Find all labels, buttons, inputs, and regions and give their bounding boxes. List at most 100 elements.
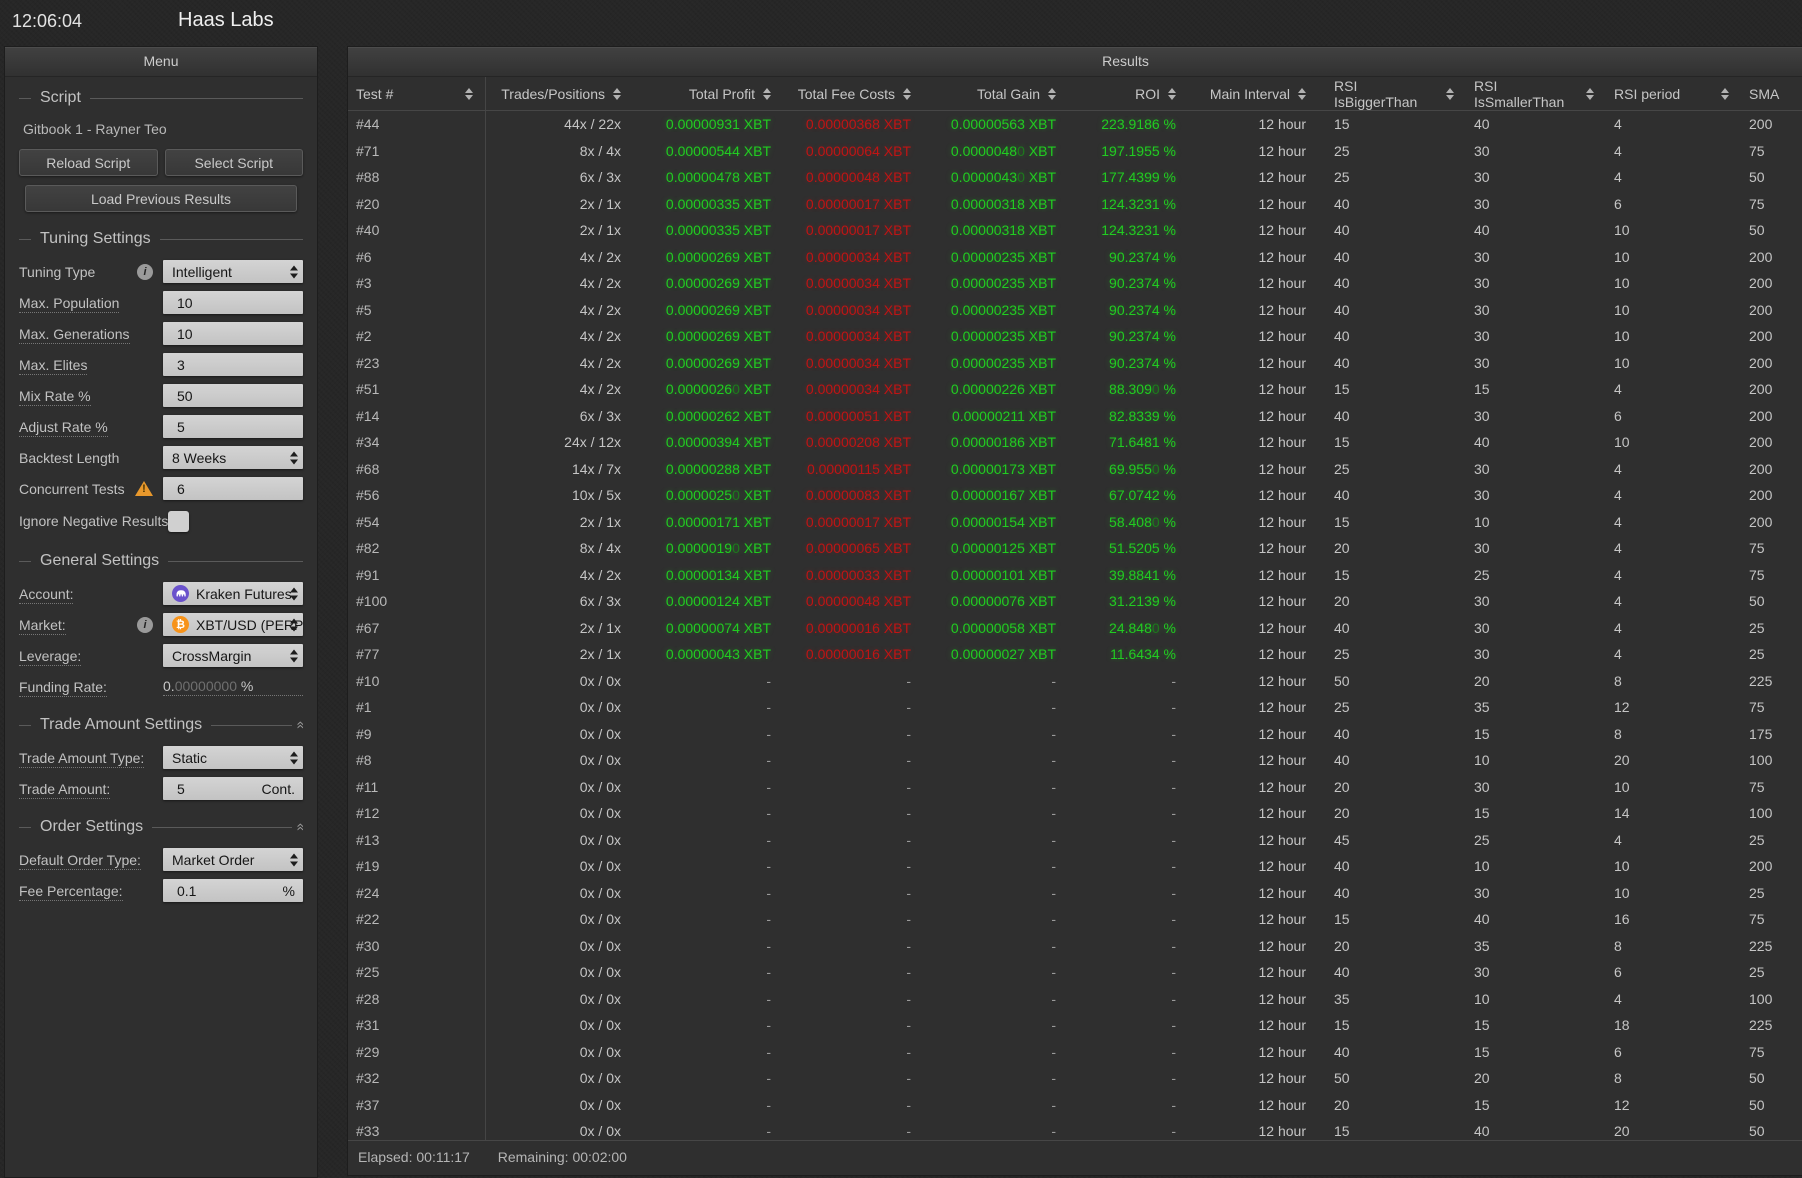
column-header-smaller[interactable]: RSI IsSmallerThan [1466, 77, 1606, 110]
concurrent-tests-label: Concurrent Tests [19, 480, 125, 497]
table-row[interactable]: #10 0x / 0x - - - - 12 hour 50 20 8 225 [348, 667, 1802, 694]
cell-smaller: 35 [1474, 699, 1490, 716]
cell-fee: - [906, 884, 911, 901]
cell-test: #5 [348, 296, 486, 323]
collapse-icon[interactable]: » [291, 823, 307, 831]
table-row[interactable]: #6 4x / 2x 0.00000269 XBT 0.00000034 XBT 0.0… [348, 243, 1802, 270]
select-script-button[interactable]: Select Script [164, 149, 303, 176]
account-select[interactable]: Kraken Futures [163, 582, 303, 605]
leverage-select[interactable]: CrossMargin [163, 644, 303, 667]
table-row[interactable]: #37 0x / 0x - - - - 12 hour 20 15 12 50 [348, 1091, 1802, 1118]
cell-roi: - [1171, 752, 1176, 769]
column-header-fee[interactable]: Total Fee Costs [791, 77, 931, 110]
column-header-roi[interactable]: ROI [1076, 77, 1196, 110]
table-row[interactable]: #77 2x / 1x 0.00000043 XBT 0.00000016 XBT 0.… [348, 641, 1802, 668]
cell-smaller: 30 [1474, 460, 1490, 477]
table-row[interactable]: #3 4x / 2x 0.00000269 XBT 0.00000034 XBT 0.0… [348, 270, 1802, 297]
table-row[interactable]: #20 2x / 1x 0.00000335 XBT 0.00000017 XBT 0.… [348, 190, 1802, 217]
cell-test: #82 [348, 535, 486, 562]
table-row[interactable]: #51 4x / 2x 0.00000260 XBT 0.00000034 XBT 0.… [348, 376, 1802, 403]
table-row[interactable]: #40 2x / 1x 0.00000335 XBT 0.00000017 XBT 0.… [348, 217, 1802, 244]
table-row[interactable]: #12 0x / 0x - - - - 12 hour 20 15 14 100 [348, 800, 1802, 827]
cell-trades: 2x / 1x [579, 619, 621, 636]
table-row[interactable]: #56 10x / 5x 0.00000250 XBT 0.00000083 XBT 0… [348, 482, 1802, 509]
table-row[interactable]: #88 6x / 3x 0.00000478 XBT 0.00000048 XBT 0.… [348, 164, 1802, 191]
trade-amount-type-select[interactable]: Static [163, 746, 303, 769]
mix-rate-input[interactable]: 50 [163, 384, 303, 407]
max-elites-input[interactable]: 3 [163, 353, 303, 376]
reload-script-button[interactable]: Reload Script [19, 149, 158, 176]
top-bar: 12:06:04 Haas Labs [0, 0, 1802, 46]
table-row[interactable]: #82 8x / 4x 0.00000190 XBT 0.00000065 XBT 0.… [348, 535, 1802, 562]
collapse-icon[interactable]: » [291, 721, 307, 729]
cell-fee: 0.00000208 XBT [805, 434, 911, 451]
max-population-input[interactable]: 10 [163, 291, 303, 314]
backtest-length-select[interactable]: 8 Weeks [163, 446, 303, 469]
default-order-type-select[interactable]: Market Order [163, 848, 303, 871]
table-row[interactable]: #24 0x / 0x - - - - 12 hour 40 30 10 25 [348, 879, 1802, 906]
max-generations-input[interactable]: 10 [163, 322, 303, 345]
table-row[interactable]: #30 0x / 0x - - - - 12 hour 20 35 8 225 [348, 932, 1802, 959]
info-icon: i [137, 263, 153, 280]
table-row[interactable]: #8 0x / 0x - - - - 12 hour 40 10 20 100 [348, 747, 1802, 774]
column-label: Total Profit [688, 85, 755, 102]
table-row[interactable]: #19 0x / 0x - - - - 12 hour 40 10 10 200 [348, 853, 1802, 880]
column-header-interval[interactable]: Main Interval [1196, 77, 1326, 110]
table-row[interactable]: #11 0x / 0x - - - - 12 hour 20 30 10 75 [348, 773, 1802, 800]
cell-smaller: 30 [1474, 195, 1490, 212]
table-row[interactable]: #34 24x / 12x 0.00000394 XBT 0.00000208 XBT… [348, 429, 1802, 456]
cell-profit: - [766, 725, 771, 742]
table-row[interactable]: #25 0x / 0x - - - - 12 hour 40 30 6 25 [348, 959, 1802, 986]
field-ignore-negative: Ignore Negative Results [19, 508, 303, 534]
adjust-rate-input[interactable]: 5 [163, 415, 303, 438]
table-row[interactable]: #23 4x / 2x 0.00000269 XBT 0.00000034 XBT 0.… [348, 349, 1802, 376]
concurrent-tests-input[interactable]: 6 [163, 477, 303, 500]
cell-roi: 39.8841 % [1109, 566, 1176, 583]
tuning-type-select[interactable]: Intelligent [163, 260, 303, 283]
column-header-trades[interactable]: Trades/Positions [486, 77, 641, 110]
cell-smaller: 20 [1474, 672, 1490, 689]
cell-smaller: 15 [1474, 381, 1490, 398]
cell-bigger: 40 [1334, 1043, 1350, 1060]
table-row[interactable]: #14 6x / 3x 0.00000262 XBT 0.00000051 XBT 0.… [348, 402, 1802, 429]
ignore-negative-checkbox[interactable] [168, 510, 190, 532]
table-row[interactable]: #44 44x / 22x 0.00000931 XBT 0.00000368 XBT… [348, 111, 1802, 138]
table-row[interactable]: #31 0x / 0x - - - - 12 hour 15 15 18 225 [348, 1012, 1802, 1039]
column-header-bigger[interactable]: RSI IsBiggerThan [1326, 77, 1466, 110]
table-row[interactable]: #5 4x / 2x 0.00000269 XBT 0.00000034 XBT 0.0… [348, 296, 1802, 323]
fee-percentage-input[interactable]: 0.1 % [163, 879, 303, 902]
cell-trades: 4x / 2x [579, 301, 621, 318]
cell-smaller: 30 [1474, 275, 1490, 292]
column-header-sma[interactable]: SMA [1741, 77, 1802, 110]
table-row[interactable]: #91 4x / 2x 0.00000134 XBT 0.00000033 XBT 0.… [348, 561, 1802, 588]
cell-interval: 12 hour [1258, 672, 1306, 689]
trade-amount-input[interactable]: 5 Cont. [163, 777, 303, 800]
default-order-type-value: Market Order [172, 851, 255, 868]
table-row[interactable]: #32 0x / 0x - - - - 12 hour 50 20 8 50 [348, 1065, 1802, 1092]
table-row[interactable]: #71 8x / 4x 0.00000544 XBT 0.00000064 XBT 0.… [348, 137, 1802, 164]
table-row[interactable]: #67 2x / 1x 0.00000074 XBT 0.00000016 XBT 0.… [348, 614, 1802, 641]
table-row[interactable]: #9 0x / 0x - - - - 12 hour 40 15 8 175 [348, 720, 1802, 747]
table-row[interactable]: #1 0x / 0x - - - - 12 hour 25 35 12 75 [348, 694, 1802, 721]
column-header-gain[interactable]: Total Gain [931, 77, 1076, 110]
cell-smaller: 30 [1474, 487, 1490, 504]
column-header-period[interactable]: RSI period [1606, 77, 1741, 110]
cell-interval: 12 hour [1258, 778, 1306, 795]
table-row[interactable]: #29 0x / 0x - - - - 12 hour 40 15 6 75 [348, 1038, 1802, 1065]
table-row[interactable]: #28 0x / 0x - - - - 12 hour 35 10 4 100 [348, 985, 1802, 1012]
table-row[interactable]: #33 0x / 0x - - - - 12 hour 15 40 20 50 [348, 1118, 1802, 1140]
cell-bigger: 15 [1334, 513, 1350, 530]
cell-period: 20 [1614, 1123, 1630, 1140]
cell-profit: - [766, 699, 771, 716]
table-row[interactable]: #68 14x / 7x 0.00000288 XBT 0.00000115 XBT 0… [348, 455, 1802, 482]
market-select[interactable]: ₿ XBT/USD (PERPE [163, 613, 303, 636]
table-row[interactable]: #22 0x / 0x - - - - 12 hour 15 40 16 75 [348, 906, 1802, 933]
table-row[interactable]: #2 4x / 2x 0.00000269 XBT 0.00000034 XBT 0.0… [348, 323, 1802, 350]
column-header-profit[interactable]: Total Profit [641, 77, 791, 110]
table-row[interactable]: #13 0x / 0x - - - - 12 hour 45 25 4 25 [348, 826, 1802, 853]
load-previous-results-button[interactable]: Load Previous Results [24, 185, 298, 212]
cell-trades: 0x / 0x [579, 911, 621, 928]
column-header-test[interactable]: Test # [348, 77, 486, 110]
table-row[interactable]: #54 2x / 1x 0.00000171 XBT 0.00000017 XBT 0.… [348, 508, 1802, 535]
table-row[interactable]: #100 6x / 3x 0.00000124 XBT 0.00000048 XBT 0… [348, 588, 1802, 615]
